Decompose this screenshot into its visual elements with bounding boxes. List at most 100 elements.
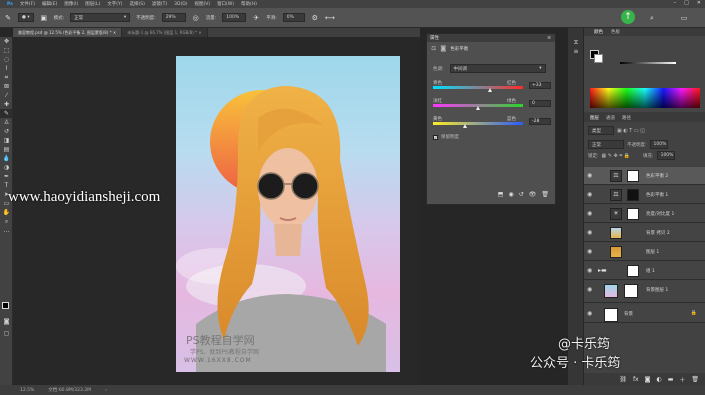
eye-icon[interactable]: ◉ [587,172,592,179]
quick-mask-icon[interactable]: ◙ [0,317,13,326]
flow-input[interactable]: 100% [222,13,247,22]
tab-document-1[interactable]: 美容教程.psd @ 12.5% (色彩平衡 2, 图层蒙版/8) * ✕ [13,28,123,37]
minimize-icon[interactable]: – [674,0,677,6]
frame-tool-icon[interactable]: ⊠ [0,82,13,91]
blur-tool-icon[interactable]: 💧 [0,154,13,163]
tab-color[interactable]: 颜色 [594,29,603,35]
layer-row[interactable]: ◉ 背景图层 1 [584,281,705,303]
history-brush-icon[interactable]: ↺ [0,127,13,136]
preserve-luminosity-checkbox[interactable]: ✓ [433,134,438,140]
menu-view[interactable]: 视图(V) [194,1,210,7]
lasso-tool-icon[interactable]: ◌ [0,55,13,64]
eye-icon[interactable]: ◉ [587,310,592,317]
layer-mask-thumb[interactable] [624,284,638,298]
screen-mode-icon[interactable]: ▢ [0,329,13,338]
maximize-icon[interactable]: □ [684,0,689,6]
eye-icon[interactable]: ◉ [587,229,592,236]
brush-tool-icon[interactable]: ✎ [4,14,12,22]
blend-mode-select[interactable]: 正常 [588,140,624,149]
new-group-icon[interactable]: ▬ [668,376,674,383]
layer-row[interactable]: ◉ 图层 1 [584,243,705,261]
eye-icon[interactable]: ◉ [587,248,592,255]
smooth-input[interactable]: 0% [282,13,305,22]
mode-select[interactable]: 正常 ▾ [70,13,131,22]
panel-menu-icon[interactable]: ≡ [547,36,551,41]
eraser-tool-icon[interactable]: ◨ [0,136,13,145]
properties-panel-icon[interactable]: ≡ [568,47,584,56]
slider-value[interactable]: +33 [529,82,551,89]
zoom-tool-icon[interactable]: ⌕ [0,217,13,226]
zoom-level[interactable]: 12.5% [20,388,34,393]
close-icon[interactable]: ✕ [113,30,116,35]
workspace-icon[interactable]: ▭ [680,14,688,22]
slider-thumb[interactable] [463,124,468,128]
share-button[interactable]: ↑ [621,10,635,24]
menu-window[interactable]: 窗口(W) [217,1,234,7]
hand-tool-icon[interactable]: ✋ [0,208,13,217]
layer-mask-thumb[interactable] [627,189,639,201]
close-icon[interactable]: ✕ [697,0,701,6]
reset-icon[interactable]: ↺ [519,191,524,198]
link-icon[interactable]: ⛓ [619,376,627,383]
view-previous-icon[interactable]: ◉ [508,191,513,198]
pen-tool-icon[interactable]: ✒ [0,172,13,181]
crop-tool-icon[interactable]: ⌗ [0,73,13,82]
brush-settings-icon[interactable]: ▣ [40,14,48,22]
pressure-opacity-icon[interactable]: ◎ [192,14,200,22]
eye-icon[interactable]: ◉ [587,210,592,217]
menu-edit[interactable]: 编辑(E) [42,1,57,7]
visibility-icon[interactable]: 👁 [529,191,537,198]
tone-select[interactable]: 中间调 ▾ [449,64,546,73]
slider-thumb[interactable] [487,88,492,92]
healing-tool-icon[interactable]: ✚ [0,100,13,109]
document-canvas[interactable] [176,56,400,372]
layer-row[interactable]: ◉ 背景 拷贝 2 [584,224,705,242]
filter-pixel-icon[interactable]: ▣ ◐ T ▭ ◫ [617,128,645,134]
eye-icon[interactable]: ◉ [587,286,592,293]
menu-filter[interactable]: 滤镜(T) [152,1,167,7]
ps-logo[interactable]: Ps [7,2,13,7]
eye-icon[interactable]: ◉ [587,191,592,198]
layer-row[interactable]: ◉ ☀ 亮度/对比度 1 [584,205,705,223]
tab-paths[interactable]: 路径 [622,115,631,121]
history-panel-icon[interactable]: ⧖ [568,38,584,47]
tab-layers[interactable]: 图层 [590,115,599,121]
bg-color-chip[interactable] [594,54,603,63]
airbrush-icon[interactable]: ✈ [252,14,260,22]
slider-track[interactable] [433,86,523,89]
eyedropper-tool-icon[interactable]: ⁄ [0,91,13,100]
mask-icon[interactable]: ◙ [440,45,446,52]
slider-value[interactable]: 0 [529,100,551,107]
layer-opacity-input[interactable]: 100% [649,140,668,149]
clip-to-layer-icon[interactable]: ⬒ [498,191,504,198]
opacity-input[interactable]: 29% [161,13,186,22]
lock-icons[interactable]: ▦ ✎ ✥ ⌗ 🔒 [602,153,631,159]
layer-mask-thumb[interactable] [627,170,639,182]
tab-document-2[interactable]: 未标题-1 @ 66.7% (图层 1, RGB/8) * ✕ [122,28,208,37]
dodge-tool-icon[interactable]: ◑ [0,163,13,172]
menu-select[interactable]: 选择(S) [130,1,145,7]
new-layer-icon[interactable]: ＋ [679,375,685,384]
brightness-slider[interactable] [620,62,676,64]
menu-help[interactable]: 帮助(H) [241,1,257,7]
quick-select-tool-icon[interactable]: ⌇ [0,64,13,73]
stamp-tool-icon[interactable]: ♙ [0,118,13,127]
gradient-tool-icon[interactable]: ▤ [0,145,13,154]
gear-icon[interactable]: ⚙ [311,14,319,22]
layer-row[interactable]: ◉ ⚖ 色彩平衡 1 [584,186,705,204]
fill-input[interactable]: 100% [656,151,675,160]
menu-image[interactable]: 图像(I) [64,1,78,7]
slider-thumb[interactable] [476,106,480,110]
foreground-color-swatch[interactable] [2,302,9,309]
more-tools-icon[interactable]: … [0,226,13,235]
fx-icon[interactable]: fx [633,376,639,383]
brush-preset-picker[interactable]: ● ▾ [18,13,34,22]
eye-icon[interactable]: ◉ [587,267,592,274]
menu-type[interactable]: 文字(Y) [107,1,122,7]
layer-row[interactable]: ◉ ⚖ 色彩平衡 2 [584,167,705,185]
adjustment-icon[interactable]: ◐ [656,376,661,383]
menu-file[interactable]: 文件(F) [20,1,35,7]
tab-channels[interactable]: 通道 [606,115,615,121]
layer-row[interactable]: ◉ 背景 🔒 [584,305,705,323]
layer-mask-thumb[interactable] [627,265,639,277]
